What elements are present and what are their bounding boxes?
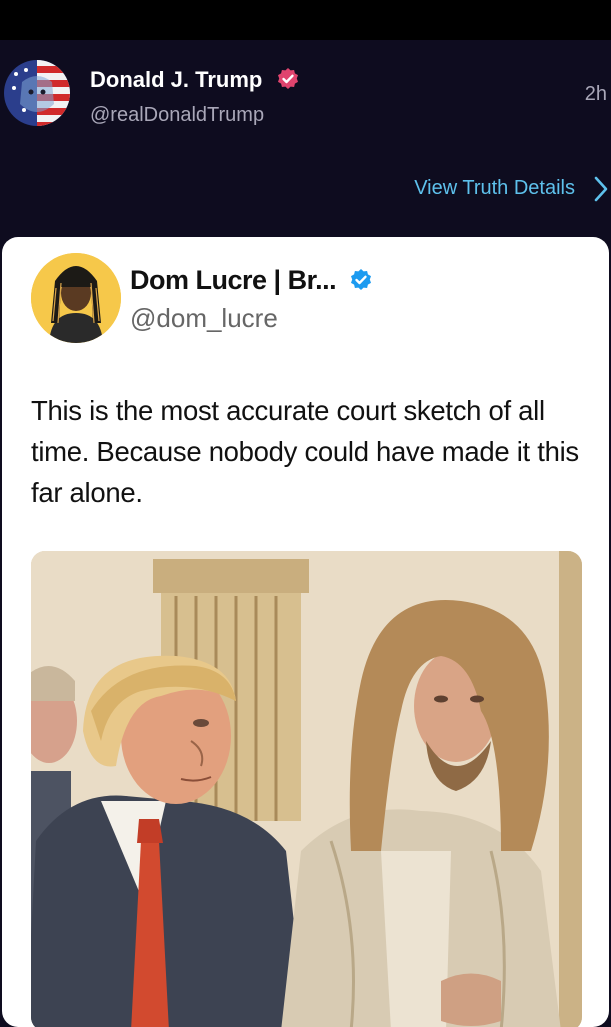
court-sketch-image[interactable] (31, 551, 582, 1027)
quoted-author-name[interactable]: Dom Lucre | Br... (130, 265, 373, 296)
chevron-right-icon[interactable] (593, 176, 609, 202)
view-details-link[interactable]: View Truth Details (414, 177, 575, 200)
quoted-author-name-text: Dom Lucre | Br... (130, 265, 337, 295)
quoted-author-handle[interactable]: @dom_lucre (130, 303, 278, 334)
quoted-author-avatar[interactable] (31, 253, 121, 343)
author-handle[interactable]: @realDonaldTrump (90, 104, 264, 127)
verified-badge-icon (351, 269, 372, 290)
status-bar (0, 0, 611, 40)
quoted-post-card[interactable]: Dom Lucre | Br... @dom_lucre This is the… (2, 237, 609, 1027)
author-name[interactable]: Donald J. Trump (90, 67, 300, 93)
post-header: Donald J. Trump @realDonaldTrump 2h View… (0, 40, 611, 240)
verified-badge-icon (278, 68, 299, 89)
author-avatar[interactable] (4, 60, 70, 126)
quoted-post-text: This is the most accurate court sketch o… (31, 395, 579, 508)
author-name-text: Donald J. Trump (90, 67, 263, 92)
post-timestamp: 2h (584, 83, 607, 105)
